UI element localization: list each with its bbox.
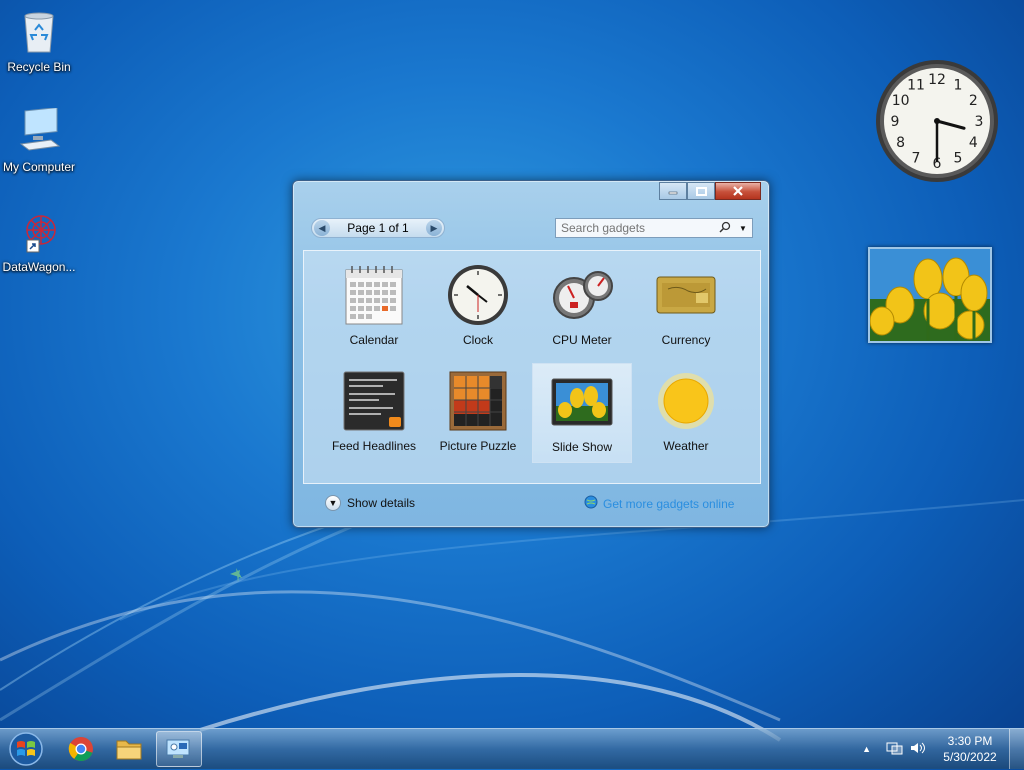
- taskbar-chrome[interactable]: [58, 731, 104, 767]
- gadget-label: Clock: [462, 333, 493, 347]
- clock-numeral: 11: [907, 78, 925, 94]
- search-icon[interactable]: [719, 221, 731, 236]
- system-tray: ▲ 3:30 PM 5/30/2022: [862, 729, 1024, 769]
- gadget-picture-puzzle[interactable]: Picture Puzzle: [428, 363, 528, 463]
- desktop-clock-gadget[interactable]: 12 1 2 3 4 5 6 7 8 9 10 11: [874, 58, 1000, 184]
- gadget-gallery-window: ◀ Page 1 of 1 ▶ ▼: [292, 180, 770, 528]
- datawagon-shortcut-icon: [15, 208, 63, 256]
- weather-icon: [654, 369, 718, 433]
- currency-icon: [654, 263, 718, 327]
- gadget-weather[interactable]: Weather: [636, 363, 736, 463]
- start-button[interactable]: [6, 731, 46, 767]
- desktop-slideshow-gadget[interactable]: [868, 247, 992, 343]
- gadget-label: Calendar: [349, 333, 399, 347]
- gadget-grid: Calendar Clock CPU Meter Currency Feed H…: [303, 250, 761, 484]
- desktop-icon-my-computer[interactable]: My Computer: [0, 107, 79, 174]
- clock-numeral: 5: [954, 150, 963, 166]
- chevron-right-icon: ▶: [430, 222, 438, 233]
- clock-numeral: 7: [912, 150, 921, 166]
- clock-numeral: 1: [954, 78, 963, 94]
- taskbar-explorer[interactable]: [106, 731, 152, 767]
- page-navigator: ◀ Page 1 of 1 ▶: [311, 218, 445, 238]
- gadget-currency[interactable]: Currency: [636, 257, 736, 357]
- show-desktop-button[interactable]: [1009, 729, 1024, 769]
- globe-icon: [584, 495, 598, 512]
- gadget-slide-show[interactable]: Slide Show: [532, 363, 632, 463]
- clock-numeral: 9: [891, 114, 900, 130]
- gadget-feed-headlines[interactable]: Feed Headlines: [324, 363, 424, 463]
- clock-numeral: 3: [975, 114, 984, 130]
- gadget-cpu-meter[interactable]: CPU Meter: [532, 257, 632, 357]
- chevron-left-icon: ◀: [318, 222, 326, 233]
- taskbar: ▲ 3:30 PM 5/30/2022: [0, 728, 1024, 769]
- gadget-label: Feed Headlines: [331, 439, 417, 453]
- taskbar-gadgets[interactable]: [156, 731, 202, 767]
- slide-show-icon: [550, 370, 614, 434]
- calendar-icon: [342, 263, 406, 327]
- network-icon[interactable]: [885, 740, 903, 759]
- gadget-label: Weather: [663, 439, 709, 453]
- window-controls: [659, 182, 761, 200]
- clock-numeral: 10: [892, 93, 910, 109]
- chrome-icon: [68, 737, 93, 761]
- clock-icon: [446, 263, 510, 327]
- search-box: ▼: [555, 218, 753, 238]
- gadgets-icon: [166, 739, 190, 758]
- desktop-icon-recycle-bin[interactable]: Recycle Bin: [0, 8, 79, 74]
- gadget-label: Currency: [661, 333, 711, 347]
- page-label: Page 1 of 1: [347, 221, 409, 235]
- get-more-gadgets-link[interactable]: Get more gadgets online: [584, 495, 734, 512]
- gadget-calendar[interactable]: Calendar: [324, 257, 424, 357]
- clock-numeral: 12: [928, 72, 946, 88]
- windows-logo-icon: [9, 732, 43, 766]
- search-input[interactable]: [561, 221, 711, 235]
- previous-page-button[interactable]: ◀: [314, 220, 330, 236]
- show-details-toggle[interactable]: ▼ Show details: [325, 495, 415, 511]
- clock-numeral: 4: [969, 135, 978, 151]
- desktop-icon-label: Recycle Bin: [7, 60, 71, 74]
- feed-headlines-icon: [342, 369, 406, 433]
- volume-icon[interactable]: [909, 740, 927, 759]
- show-details-label: Show details: [347, 496, 416, 510]
- picture-puzzle-icon: [446, 369, 510, 433]
- chevron-down-icon: ▼: [325, 495, 341, 511]
- get-more-label: Get more gadgets online: [603, 496, 735, 511]
- tray-time: 3:30 PM: [947, 734, 993, 748]
- gadget-label: CPU Meter: [552, 333, 612, 347]
- desktop-icon-label: DataWagon...: [2, 260, 76, 274]
- gadget-label: Slide Show: [551, 440, 613, 454]
- clock-numeral: 8: [896, 135, 905, 151]
- desktop-icon-label: My Computer: [2, 160, 76, 174]
- recycle-bin-icon: [15, 8, 63, 56]
- show-hidden-icons-icon[interactable]: ▲: [862, 744, 871, 754]
- gadget-label: Picture Puzzle: [439, 439, 517, 453]
- clock-numeral: 2: [969, 93, 978, 109]
- gadget-clock[interactable]: Clock: [428, 257, 528, 357]
- chevron-down-icon[interactable]: ▼: [739, 224, 747, 233]
- folder-icon: [116, 740, 142, 760]
- cpu-meter-icon: [550, 263, 614, 327]
- tray-date: 5/30/2022: [943, 750, 997, 764]
- desktop-icon-datawagon[interactable]: DataWagon...: [0, 208, 79, 274]
- next-page-button[interactable]: ▶: [425, 220, 442, 236]
- close-button[interactable]: [715, 182, 761, 200]
- maximize-button[interactable]: [687, 182, 715, 200]
- tray-clock[interactable]: 3:30 PM 5/30/2022: [937, 733, 1003, 765]
- computer-icon: [15, 107, 63, 156]
- minimize-button[interactable]: [659, 182, 687, 200]
